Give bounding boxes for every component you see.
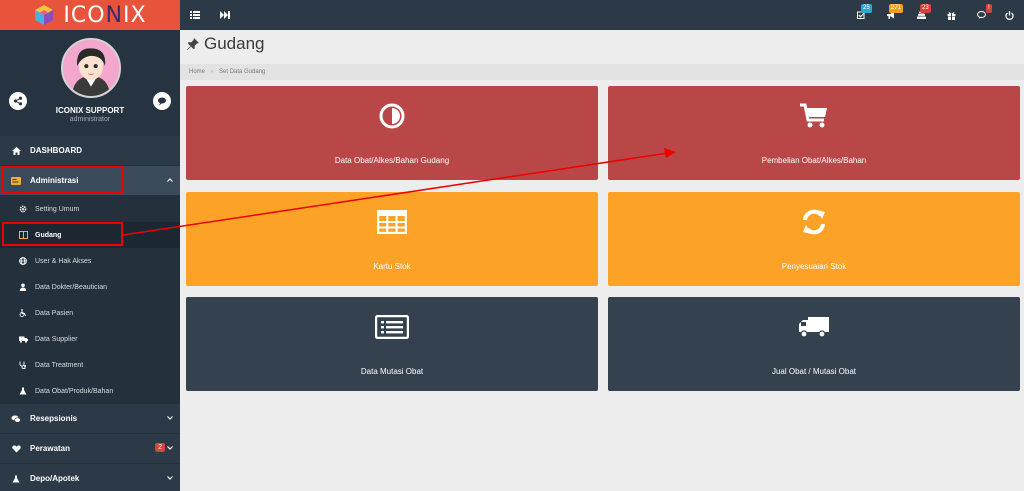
sidebar-subitem-label: User & Hak Akses: [35, 257, 92, 265]
heart-icon: [10, 444, 22, 453]
brand-logo[interactable]: ICO N IX: [0, 0, 180, 30]
tile-label: Kartu Stok: [373, 262, 411, 271]
table-icon: [377, 208, 407, 236]
sidebar-item-label: DASHBOARD: [30, 146, 82, 155]
tasks-badge: 25: [861, 4, 872, 13]
comment-icon: [976, 11, 986, 19]
tile-label: Data Mutasi Obat: [360, 367, 424, 376]
page-title: Gudang: [204, 34, 265, 53]
sidebar-item-label: Perawatan: [30, 444, 71, 453]
messages-badge: 23: [920, 4, 931, 13]
power-button[interactable]: [1002, 9, 1016, 21]
alerts-badge: !: [986, 4, 992, 13]
chat-bubbles-icon: [10, 415, 22, 423]
tile-label: Penyesuaian Stok: [781, 262, 847, 271]
avatar-illustration: [63, 40, 119, 96]
perawatan-badge: 2: [155, 443, 165, 452]
tile-label: Data Obat/Alkes/Bahan Gudang: [334, 156, 450, 165]
gear-icon: [18, 205, 28, 213]
refresh-icon: [800, 208, 828, 236]
globe-icon: [18, 257, 28, 265]
tile-penyesuaian-stok[interactable]: Penyesuaian Stok: [608, 192, 1020, 286]
sidebar-item-depo-apotek[interactable]: Depo/Apotek: [0, 464, 180, 491]
sidebar-subitem-label: Data Dokter/Beautician: [35, 283, 107, 291]
half-circle-icon: [379, 102, 405, 130]
profile-panel: ICONIX SUPPORT administrator: [0, 30, 180, 136]
brand-name-prefix: ICO: [63, 2, 106, 28]
sidebar-item-perawatan[interactable]: Perawatan 2: [0, 434, 180, 464]
gift-icon: [947, 11, 955, 20]
topbar: 25 271 23 !: [180, 0, 1024, 30]
stethoscope-icon: [18, 361, 28, 369]
tile-jual-obat[interactable]: Jual Obat / Mutasi Obat: [608, 297, 1020, 391]
logo-cube-icon: [35, 5, 54, 25]
truck-icon: [18, 336, 28, 343]
brand-name-x: N: [105, 2, 124, 28]
chevron-down-icon: [167, 446, 173, 450]
chevron-up-icon: [167, 178, 173, 182]
breadcrumb-home[interactable]: Home: [189, 69, 205, 75]
tile-pembelian[interactable]: Pembelian Obat/Alkes/Bahan: [608, 86, 1020, 180]
profile-role: administrator: [69, 116, 111, 123]
menu-list-icon: [190, 11, 200, 19]
brand-name-suffix: IX: [123, 2, 147, 28]
share-icon: [13, 96, 23, 106]
chevron-down-icon: [167, 476, 173, 480]
page-header: Gudang: [186, 34, 265, 54]
breadcrumb-separator-icon: ›: [211, 69, 214, 75]
sidebar-subitem-label: Data Pasien: [35, 309, 74, 317]
sidebar-subitem-data-supplier[interactable]: Data Supplier: [0, 326, 180, 352]
breadcrumb: Home › Set Data Gudang: [180, 64, 1024, 80]
breadcrumb-current: Set Data Gudang: [219, 69, 266, 75]
flask-icon: [18, 387, 28, 395]
gift-button[interactable]: [944, 9, 958, 21]
sidebar-item-label: Depo/Apotek: [30, 474, 80, 483]
sidebar-subitem-data-treatment[interactable]: Data Treatment: [0, 352, 180, 378]
notifications-badge: 271: [889, 4, 904, 13]
home-icon: [10, 146, 22, 155]
sidebar-item-label: Resepsionis: [30, 414, 78, 423]
sidebar-subitem-label: Data Treatment: [35, 361, 84, 369]
wheelchair-icon: [18, 309, 28, 317]
chevron-down-icon: [167, 416, 173, 420]
tile-label: Jual Obat / Mutasi Obat: [771, 367, 857, 376]
user-icon: [18, 283, 28, 291]
fast-forward-button[interactable]: [218, 9, 232, 21]
sidebar-subitem-data-dokter[interactable]: Data Dokter/Beautician: [0, 274, 180, 300]
sidebar-subitem-setting-umum[interactable]: Setting Umum: [0, 196, 180, 222]
sidebar-subitem-user-hak-akses[interactable]: User & Hak Akses: [0, 248, 180, 274]
tile-kartu-stok[interactable]: Kartu Stok: [186, 192, 598, 286]
list-icon: [375, 313, 409, 341]
sidebar-subitem-label: Data Obat/Produk/Bahan: [35, 387, 114, 395]
main-content: Gudang Home › Set Data Gudang Data Obat/…: [180, 30, 1024, 491]
chat-icon: [158, 97, 166, 106]
truck-icon: [798, 313, 830, 341]
sidebar-item-resepsionis[interactable]: Resepsionis: [0, 404, 180, 434]
tile-label: Pembelian Obat/Alkes/Bahan: [761, 156, 867, 165]
avatar[interactable]: [61, 38, 121, 98]
annotation-highlight-administrasi: [2, 166, 123, 194]
tile-data-mutasi-obat[interactable]: Data Mutasi Obat: [186, 297, 598, 391]
fast-forward-icon: [220, 11, 230, 19]
sidebar-subitem-label: Data Supplier: [35, 335, 78, 343]
sidebar-subitem-label: Setting Umum: [35, 205, 80, 213]
pin-icon: [187, 38, 199, 50]
profile-name: ICONIX SUPPORT: [55, 106, 125, 115]
cart-icon: [799, 102, 829, 130]
annotation-highlight-gudang: [2, 222, 123, 246]
sidebar-subitem-data-obat[interactable]: Data Obat/Produk/Bahan: [0, 378, 180, 404]
power-icon: [1004, 10, 1014, 20]
toggle-sidebar-button[interactable]: [188, 9, 202, 21]
flask-icon: [10, 475, 22, 483]
sidebar-item-dashboard[interactable]: DASHBOARD: [0, 136, 180, 166]
tile-data-obat-gudang[interactable]: Data Obat/Alkes/Bahan Gudang: [186, 86, 598, 180]
sidebar-subitem-data-pasien[interactable]: Data Pasien: [0, 300, 180, 326]
